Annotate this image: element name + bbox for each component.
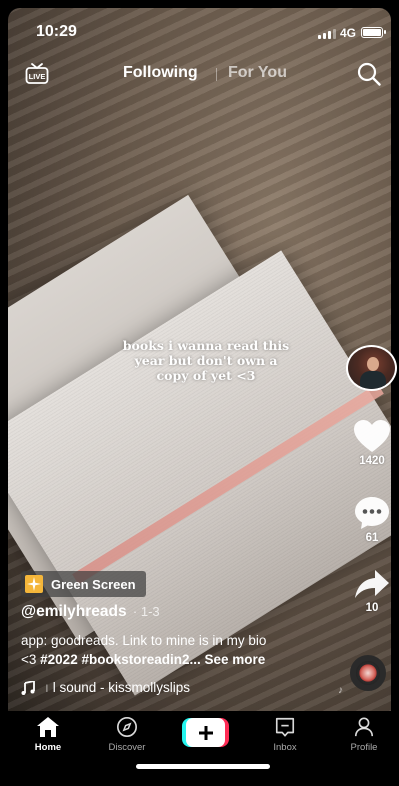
compass-icon	[117, 717, 137, 737]
music-note-icon: ♪	[338, 685, 343, 696]
plus-icon	[198, 725, 213, 740]
caption-line-2: <3 #2022 #bookstoreadin2... See more	[21, 650, 321, 669]
avatar-body	[360, 371, 386, 389]
post-caption: app: goodreads. Link to mine is in my bi…	[21, 631, 321, 669]
like-button[interactable]: 1420	[346, 419, 398, 467]
nav-profile-label: Profile	[350, 742, 378, 753]
nav-inbox-label: Inbox	[273, 742, 297, 753]
see-more-link[interactable]: See more	[205, 652, 266, 667]
sound-marquee-fade: ı	[45, 680, 49, 695]
battery-icon	[361, 27, 386, 38]
sound-name[interactable]: l sound - kissmollyslips	[53, 680, 190, 695]
avatar-face	[367, 357, 379, 371]
caption-prefix: <3	[21, 652, 41, 667]
tab-following[interactable]: Following	[123, 64, 198, 82]
home-icon	[37, 717, 59, 737]
nav-inbox[interactable]: Inbox	[255, 716, 315, 753]
share-count: 10	[365, 602, 379, 614]
person-icon	[354, 717, 374, 737]
network-type: 4G	[340, 26, 357, 40]
signal-icon	[318, 29, 336, 39]
post-author[interactable]: @emilyhreads · 1-3	[21, 603, 160, 621]
create-button-face	[186, 718, 225, 747]
search-icon[interactable]	[357, 62, 381, 86]
nav-home[interactable]: Home	[18, 716, 78, 753]
comment-button[interactable]: 61	[346, 496, 398, 544]
sound-disc-icon[interactable]	[350, 655, 386, 691]
username-text[interactable]: @emilyhreads	[21, 603, 127, 620]
comment-count: 61	[365, 532, 379, 544]
caption-hashtags[interactable]: #2022 #bookstoreadin2...	[40, 652, 201, 667]
nav-home-label: Home	[34, 742, 62, 753]
effect-chip[interactable]: Green Screen	[21, 571, 146, 597]
sparkle-icon	[25, 575, 43, 593]
sound-info[interactable]: ı l sound - kissmollyslips	[21, 680, 190, 695]
effect-label: Green Screen	[51, 576, 136, 592]
caption-line-1: app: goodreads. Link to mine is in my bi…	[21, 633, 267, 648]
tab-for-you[interactable]: For You	[228, 64, 287, 82]
inbox-icon	[275, 717, 295, 737]
home-indicator[interactable]	[136, 764, 270, 769]
share-button[interactable]: 10	[346, 568, 398, 614]
tab-divider	[216, 68, 217, 81]
nav-discover-label: Discover	[108, 742, 146, 753]
music-note-icon	[21, 680, 35, 695]
heart-icon	[354, 420, 390, 452]
like-count: 1420	[359, 455, 385, 467]
status-bar: 10:29 4G	[0, 22, 399, 46]
share-arrow-icon	[355, 570, 389, 598]
create-button[interactable]	[182, 718, 229, 747]
feed-tabs: Following For You	[0, 64, 399, 86]
nav-profile[interactable]: Profile	[334, 716, 394, 753]
video-overlay-text: books i wanna read this year but don't o…	[122, 338, 290, 383]
creator-avatar[interactable]	[346, 345, 397, 391]
comment-icon	[355, 497, 389, 529]
status-time: 10:29	[36, 23, 77, 40]
nav-discover[interactable]: Discover	[97, 716, 157, 753]
post-date: · 1-3	[132, 604, 160, 619]
bottom-nav: Home Discover Inbox Profile	[0, 711, 399, 786]
